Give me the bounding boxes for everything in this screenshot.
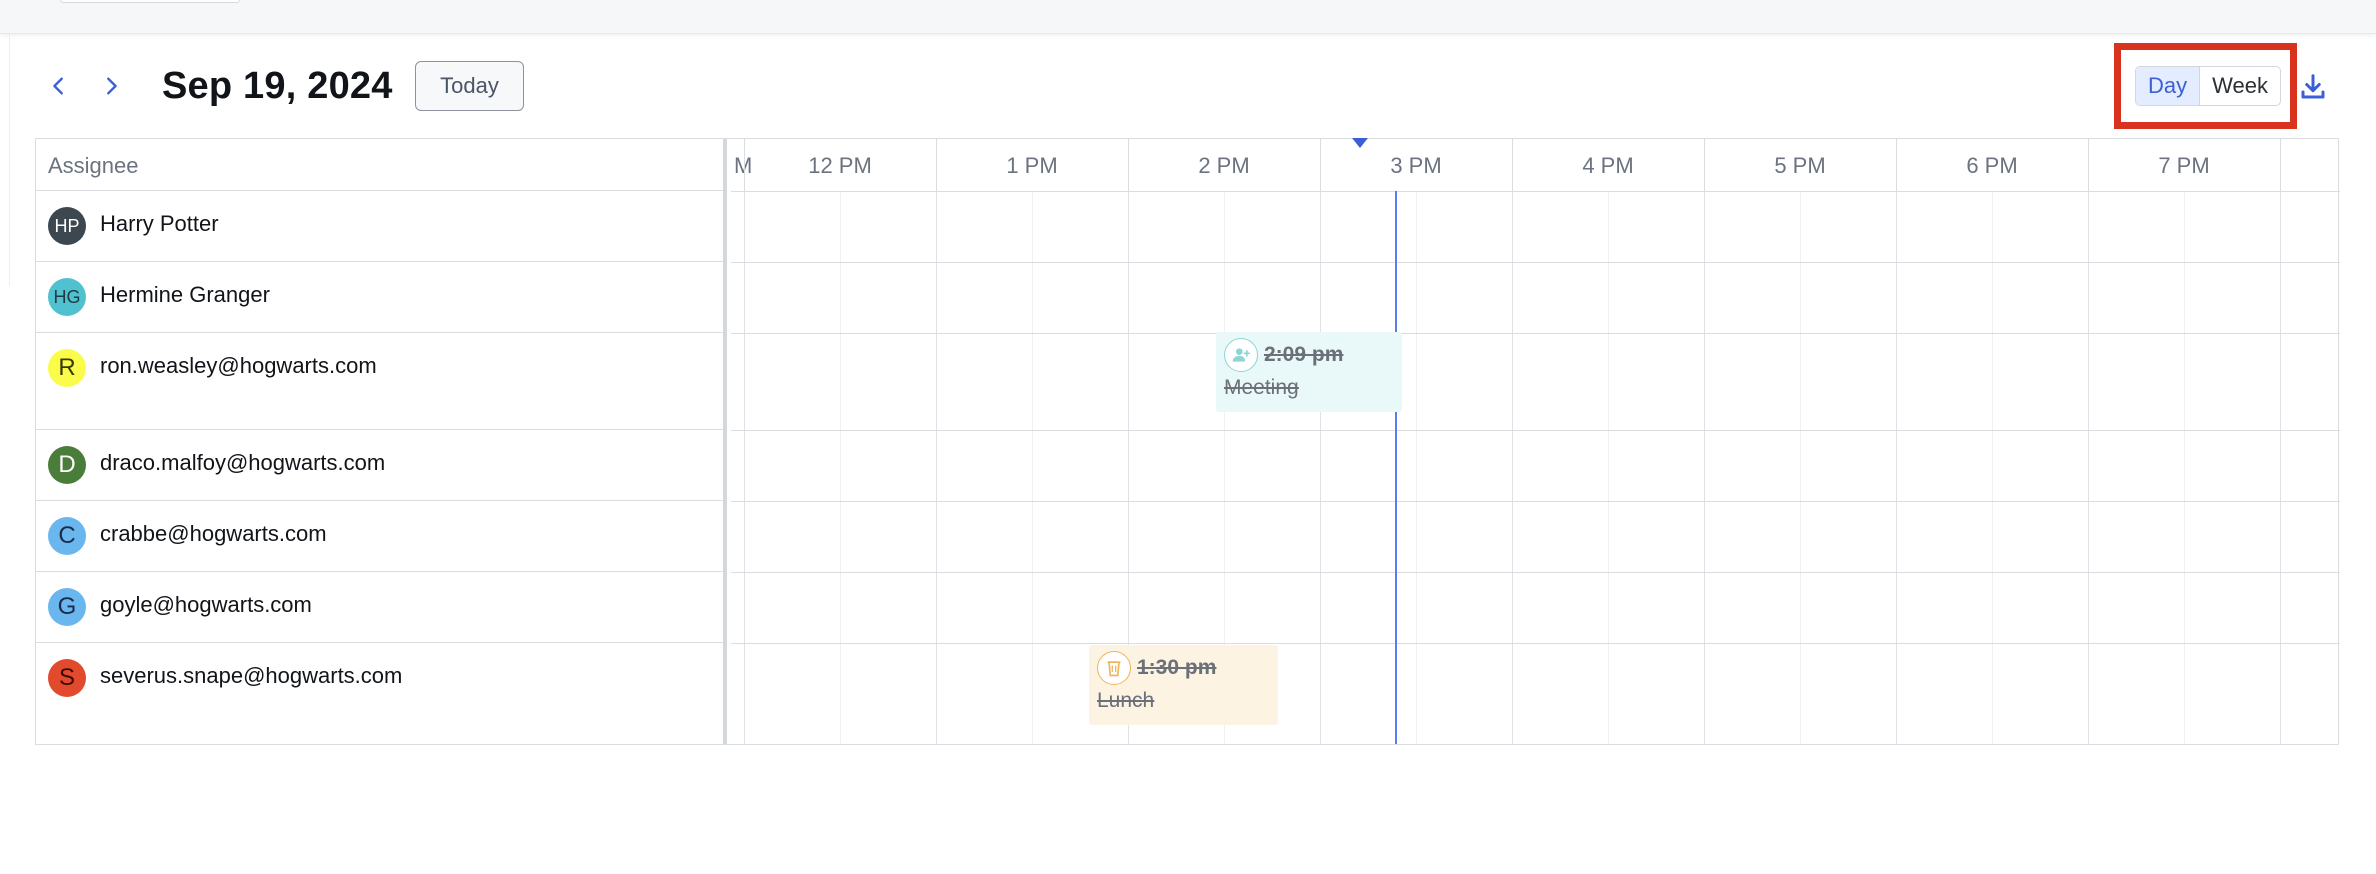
assignee-name: goyle@hogwarts.com bbox=[100, 592, 312, 617]
avatar: G bbox=[48, 588, 86, 626]
assignee-name: severus.snape@hogwarts.com bbox=[100, 663, 403, 688]
timeline-header-separator bbox=[731, 191, 2340, 192]
timeline-header-gridline bbox=[2280, 139, 2281, 191]
previous-day-button[interactable] bbox=[42, 68, 76, 104]
user-add-icon bbox=[1224, 338, 1258, 372]
current-time-marker bbox=[1352, 138, 1368, 148]
timeline-row-separator bbox=[731, 430, 2340, 431]
chevron-left-icon bbox=[53, 77, 63, 95]
timeline-gridline bbox=[2280, 191, 2281, 744]
timeline-gridline bbox=[1896, 191, 1897, 744]
timeline-gridline bbox=[1032, 191, 1033, 744]
timeline-gridline bbox=[936, 191, 937, 744]
download-button[interactable] bbox=[2296, 70, 2330, 104]
assignee-name: crabbe@hogwarts.com bbox=[100, 521, 327, 546]
hour-label: 7 PM bbox=[2158, 153, 2210, 178]
event-meeting-title: Meeting bbox=[1224, 376, 1299, 399]
assignee-row: Ccrabbe@hogwarts.com bbox=[36, 501, 723, 572]
timeline-gridline bbox=[1320, 191, 1321, 744]
timeline-row-separator bbox=[731, 572, 2340, 573]
assignee-row: Ddraco.malfoy@hogwarts.com bbox=[36, 430, 723, 501]
assignee-name: Hermine Granger bbox=[100, 282, 270, 307]
assignee-row: HG Hermine Granger bbox=[36, 262, 723, 333]
timeline-gridline bbox=[2184, 191, 2185, 744]
hour-label: 4 PM bbox=[1582, 153, 1634, 178]
timeline-gridline bbox=[1992, 191, 1993, 744]
timeline-row-separator bbox=[731, 501, 2340, 502]
left-edge bbox=[0, 34, 10, 286]
timeline-header-gridline bbox=[1512, 139, 1513, 191]
assignee-header: Assignee bbox=[48, 153, 139, 178]
tab-remnant bbox=[60, 0, 240, 3]
avatar: D bbox=[48, 446, 86, 484]
hour-label: 6 PM bbox=[1966, 153, 2018, 178]
assignee-header-row: Assignee bbox=[36, 139, 723, 191]
timeline-gridline bbox=[840, 191, 841, 744]
timeline-gridline bbox=[1800, 191, 1801, 744]
top-bar bbox=[0, 0, 2376, 34]
next-day-button[interactable] bbox=[94, 68, 128, 104]
avatar: HP bbox=[48, 207, 86, 245]
avatar: HG bbox=[48, 278, 86, 316]
assignee-name: draco.malfoy@hogwarts.com bbox=[100, 450, 386, 475]
hour-label: 5 PM bbox=[1774, 153, 1826, 178]
assignee-row: Rron.weasley@hogwarts.com bbox=[36, 333, 723, 430]
timeline-row-separator bbox=[731, 333, 2340, 334]
timeline-gridline bbox=[1512, 191, 1513, 744]
timeline: M12 PM1 PM2 PM3 PM4 PM5 PM6 PM7 PM bbox=[731, 139, 2340, 744]
avatar: R bbox=[48, 349, 86, 387]
timeline-row-separator bbox=[731, 643, 2340, 644]
timeline-header-gridline bbox=[1896, 139, 1897, 191]
timeline-header-gridline bbox=[2088, 139, 2089, 191]
timeline-header-gridline bbox=[936, 139, 937, 191]
assignee-column: Assignee HP Harry Potter HG Hermine Granger… bbox=[36, 139, 727, 744]
timeline-header-gridline bbox=[1704, 139, 1705, 191]
timeline-gridline bbox=[1608, 191, 1609, 744]
timeline-row-separator bbox=[731, 262, 2340, 263]
timeline-gridline bbox=[1416, 191, 1417, 744]
event-meeting[interactable]: 2:09 pm Meeting bbox=[1216, 332, 1402, 412]
assignee-row: HP Harry Potter bbox=[36, 191, 723, 262]
assignee-name: ron.weasley@hogwarts.com bbox=[100, 353, 377, 378]
assignee-row: Ggoyle@hogwarts.com bbox=[36, 572, 723, 643]
assignee-name: Harry Potter bbox=[100, 211, 219, 236]
day-view-button[interactable]: Day bbox=[2136, 67, 2201, 105]
event-meeting-time: 2:09 pm bbox=[1264, 343, 1344, 366]
download-icon bbox=[2301, 74, 2325, 99]
timeline-header-gridline bbox=[744, 139, 745, 191]
current-time-line bbox=[1395, 191, 1397, 744]
timeline-header-gridline bbox=[1320, 139, 1321, 191]
cup-icon bbox=[1097, 651, 1131, 685]
avatar: S bbox=[48, 659, 86, 697]
event-lunch-time: 1:30 pm bbox=[1137, 656, 1217, 679]
timeline-gridline bbox=[744, 191, 745, 744]
current-date-title: Sep 19, 2024 bbox=[162, 65, 393, 107]
hour-label: 3 PM bbox=[1390, 153, 1442, 178]
today-button[interactable]: Today bbox=[415, 61, 524, 111]
view-toggle: Day Week bbox=[2135, 66, 2281, 106]
event-lunch[interactable]: 1:30 pm Lunch bbox=[1089, 645, 1278, 725]
hour-label: 1 PM bbox=[1006, 153, 1058, 178]
event-lunch-title: Lunch bbox=[1097, 689, 1155, 712]
hour-label: 2 PM bbox=[1198, 153, 1250, 178]
chevron-right-icon bbox=[107, 77, 117, 95]
timeline-header-gridline bbox=[1128, 139, 1129, 191]
assignee-row: Sseverus.snape@hogwarts.com bbox=[36, 643, 723, 740]
timeline-gridline bbox=[2088, 191, 2089, 744]
avatar: C bbox=[48, 517, 86, 555]
timeline-gridline bbox=[1704, 191, 1705, 744]
hour-label: 12 PM bbox=[808, 153, 872, 178]
week-view-button[interactable]: Week bbox=[2200, 67, 2280, 105]
